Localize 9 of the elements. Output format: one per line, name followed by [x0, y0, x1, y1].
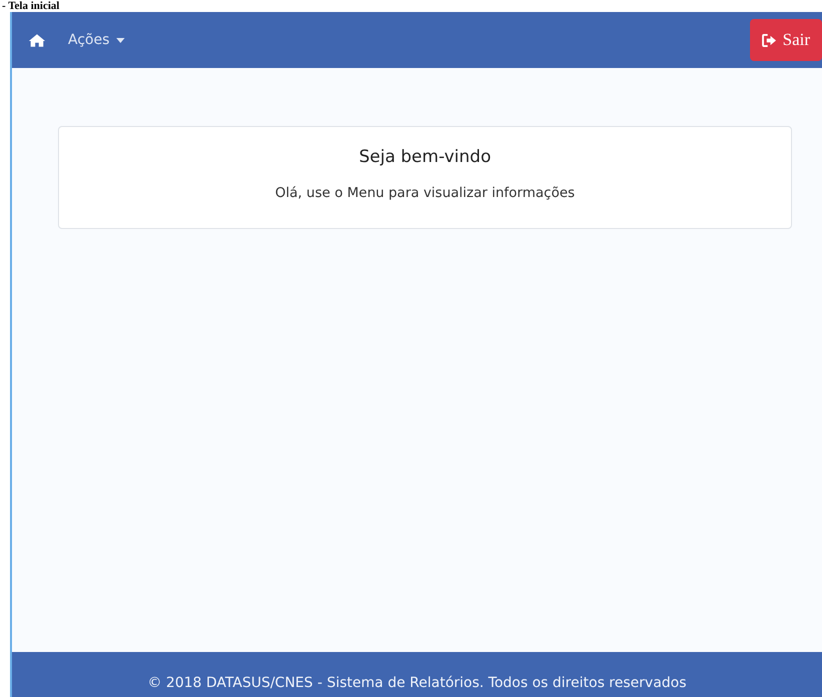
card-title: Seja bem-vindo — [358, 147, 492, 167]
card-text: Olá, use o Menu para visualizar informações — [275, 185, 575, 201]
caret-icon — [116, 38, 125, 42]
actions-menu[interactable]: Ações — [68, 32, 125, 48]
sign-out-icon — [762, 34, 777, 46]
home-icon[interactable] — [28, 32, 46, 48]
document-caption: - Tela inicial — [1, 0, 60, 12]
logout-button[interactable]: Sair — [750, 19, 822, 61]
footer-text: © 2018 DATASUS/CNES - Sistema de Relatórios. Todos os direitos reservados — [148, 675, 686, 691]
